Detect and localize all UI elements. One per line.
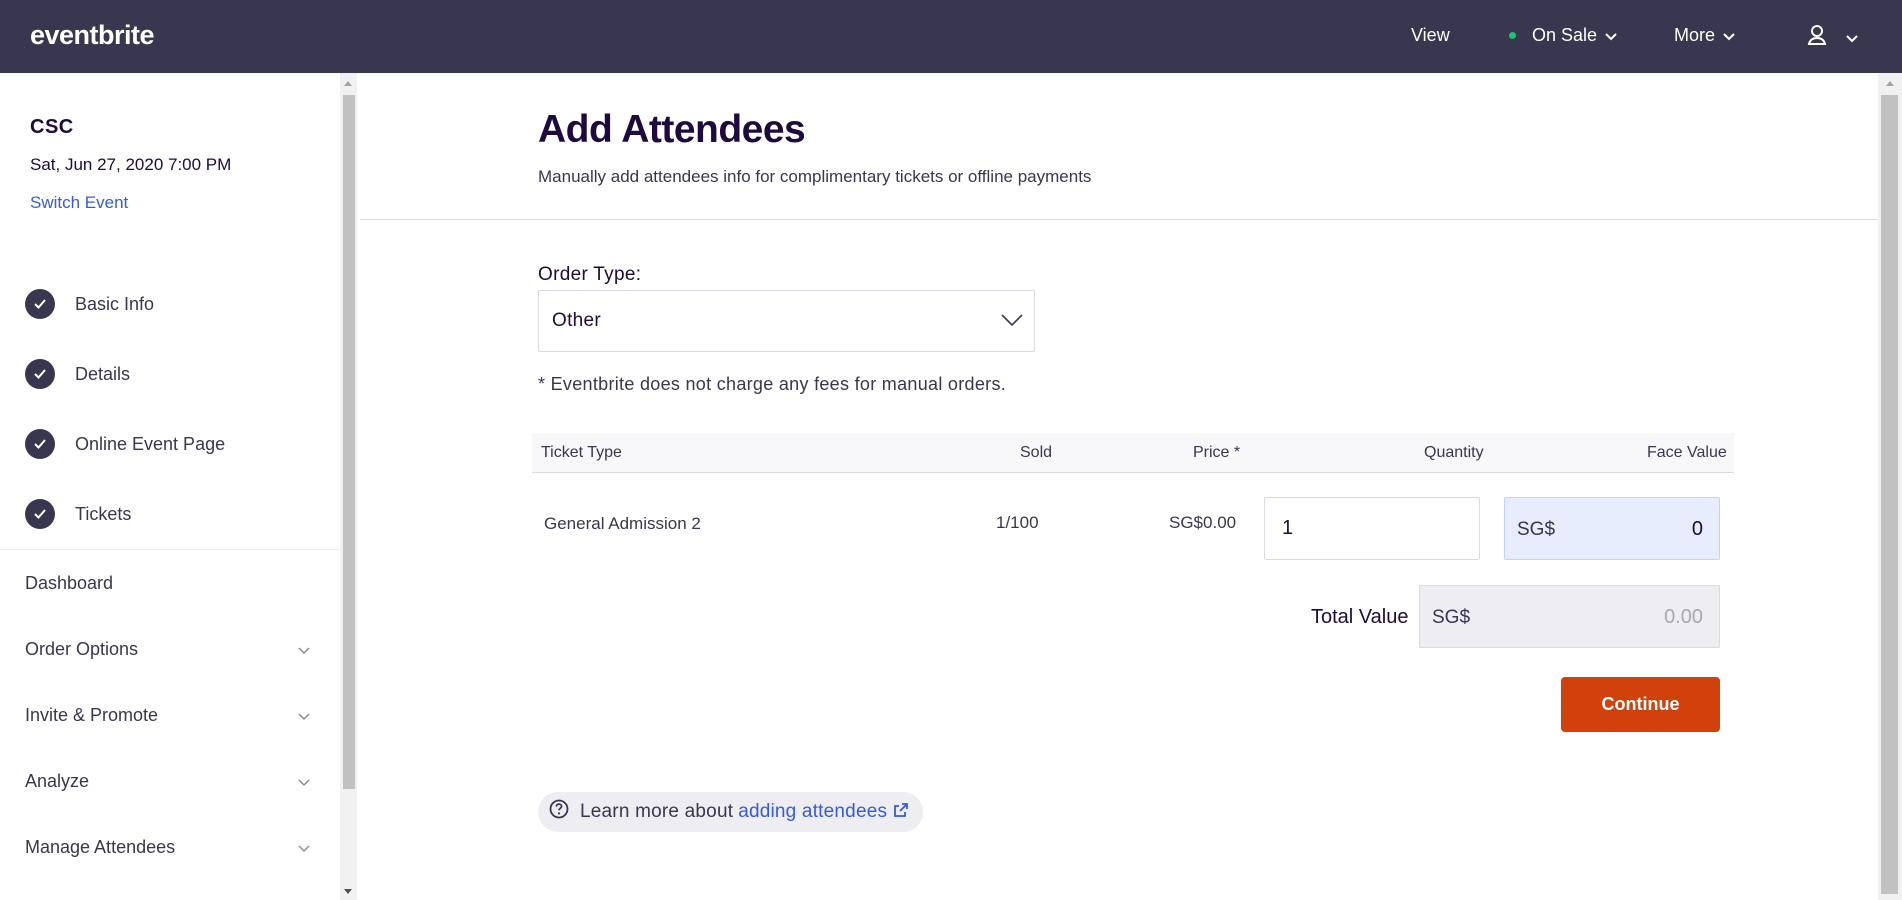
chevron-down-icon [1605,25,1617,46]
order-type-label: Order Type: [538,264,642,285]
header-divider [360,219,1878,220]
user-icon [1806,23,1828,52]
scroll-up-arrow-icon[interactable] [344,81,352,86]
sold-cell: 1/100 [996,513,1039,532]
sidebar-item-label: Order Options [25,639,139,659]
learn-more-text: Learn more about [580,801,734,822]
sidebar-step-online-event-page[interactable]: Online Event Page [25,429,225,459]
sidebar-item-label: Analyze [25,771,90,791]
column-header-price: Price * [1193,444,1241,461]
more-label: More [1674,25,1716,45]
order-type-select[interactable]: Other [538,290,1035,352]
check-icon [25,499,55,529]
total-value-amount: 0.00 [1664,606,1703,628]
help-icon [548,798,570,826]
sidebar-item-dashboard[interactable]: Dashboard [25,573,310,594]
adding-attendees-link[interactable]: adding attendees [738,801,887,823]
sidebar-item-label: Invite & Promote [25,705,159,725]
event-status-label: On Sale [1532,25,1598,45]
scroll-up-arrow-icon[interactable] [1886,81,1894,86]
face-value-field[interactable]: SG$ 0 [1504,497,1720,560]
continue-button[interactable]: Continue [1561,677,1720,732]
quantity-input[interactable] [1264,497,1480,560]
total-value-currency: SG$ [1432,607,1471,628]
fee-note: * Eventbrite does not charge any fees fo… [538,374,1007,394]
column-header-ticket-type: Ticket Type [541,444,622,461]
total-value-field: SG$ 0.00 [1419,585,1720,648]
learn-more-pill: Learn more about adding attendees [538,792,923,832]
sidebar-step-tickets[interactable]: Tickets [25,499,131,529]
sidebar-item-order-options[interactable]: Order Options [25,639,310,660]
sidebar-step-label: Basic Info [75,293,155,314]
column-header-sold: Sold [1020,444,1053,461]
top-navigation-bar: eventbrite View On Sale More [0,0,1902,73]
chevron-down-icon [298,837,310,858]
total-value-label: Total Value [1311,606,1409,628]
external-link-icon[interactable] [893,802,909,824]
check-icon [25,359,55,389]
chevron-down-icon [1001,313,1023,332]
price-cell: SG$0.00 [1169,513,1237,532]
view-link-label: View [1411,25,1450,45]
view-link[interactable]: View [1411,25,1450,46]
sidebar-step-label: Online Event Page [75,433,226,454]
sidebar-scrollbar[interactable] [340,73,357,900]
sidebar-step-basic-info[interactable]: Basic Info [25,289,154,319]
chevron-down-icon [298,771,310,792]
column-header-face-value: Face Value [1647,444,1727,461]
sidebar-item-manage-attendees[interactable]: Manage Attendees [25,837,310,858]
event-date: Sat, Jun 27, 2020 7:00 PM [30,155,232,174]
page-subtitle: Manually add attendees info for complime… [538,167,1092,186]
event-name: CSC [30,116,74,138]
sidebar-item-label: Dashboard [25,573,114,593]
sidebar-item-analyze[interactable]: Analyze [25,771,310,792]
check-icon [25,289,55,319]
table-header: Ticket Type Sold Price * Quantity Face V… [532,433,1734,473]
ticket-type-cell: General Admission 2 [544,514,701,533]
chevron-down-icon [298,705,310,726]
event-status-dropdown[interactable]: On Sale [1509,25,1617,46]
face-value-currency: SG$ [1517,519,1556,540]
check-icon [25,429,55,459]
eventbrite-logo[interactable]: eventbrite [30,20,155,51]
main-scrollbar[interactable] [1878,73,1902,900]
sidebar-step-label: Details [75,363,131,384]
page-title: Add Attendees [538,108,806,151]
order-type-value: Other [552,310,602,331]
sidebar-step-details[interactable]: Details [25,359,130,389]
chevron-down-icon [298,639,310,660]
sidebar: CSC Sat, Jun 27, 2020 7:00 PM Switch Eve… [0,73,340,900]
user-menu[interactable] [1806,23,1858,52]
face-value-amount: 0 [1691,518,1703,540]
sidebar-scrollbar-thumb[interactable] [343,95,355,789]
more-dropdown[interactable]: More [1674,25,1735,46]
switch-event-link[interactable]: Switch Event [30,193,128,213]
column-header-quantity: Quantity [1424,444,1484,461]
sidebar-step-label: Tickets [75,503,132,524]
scroll-down-arrow-icon[interactable] [344,889,352,894]
chevron-down-icon [1846,27,1858,48]
chevron-down-icon [1723,25,1735,46]
sidebar-item-invite-promote[interactable]: Invite & Promote [25,705,310,726]
sidebar-divider [0,549,340,550]
sidebar-item-label: Manage Attendees [25,837,176,857]
main-content: Add Attendees Manually add attendees inf… [360,73,1880,900]
status-dot-icon [1509,32,1516,39]
main-scrollbar-thumb[interactable] [1881,95,1898,894]
